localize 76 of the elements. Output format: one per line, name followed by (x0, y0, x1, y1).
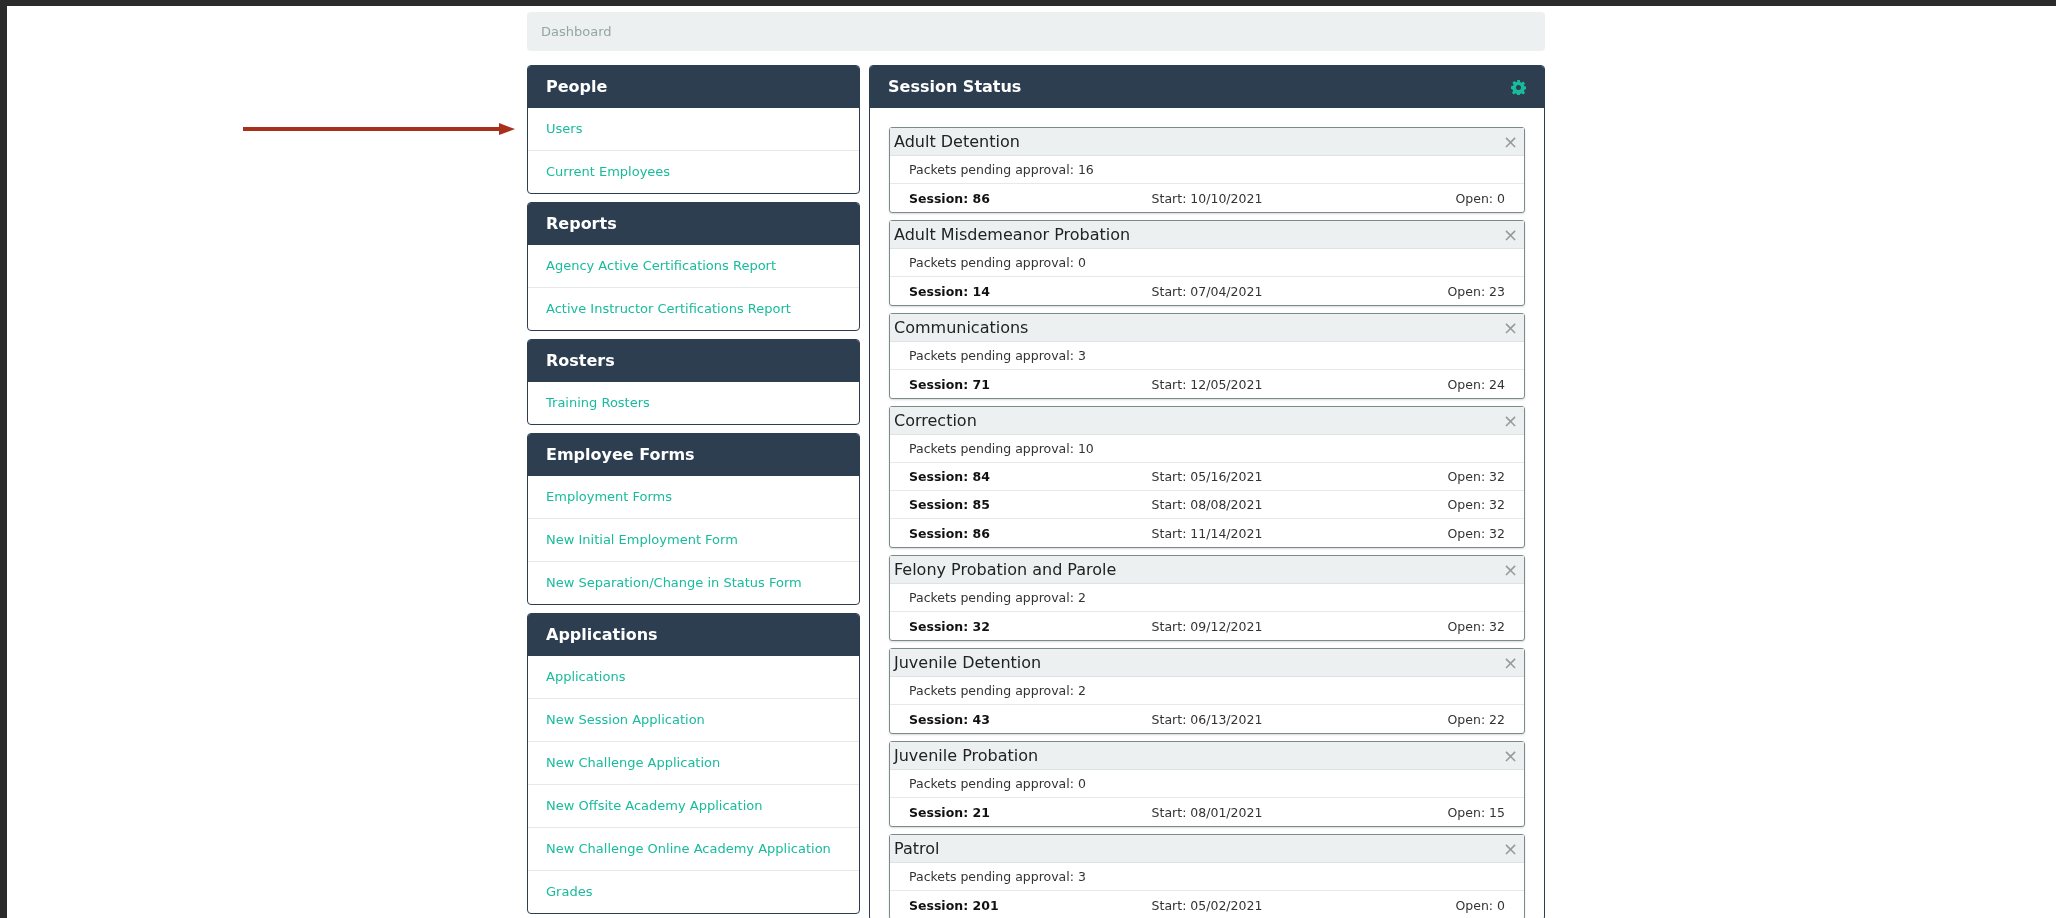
card-title: Juvenile Probation (894, 746, 1039, 765)
panel-title: People (528, 66, 859, 108)
close-button[interactable]: × (1502, 839, 1518, 858)
start-date: Start: 08/01/2021 (1151, 804, 1263, 820)
session-number: Session: 71 (909, 376, 991, 392)
start-date: Start: 08/08/2021 (1151, 497, 1263, 512)
close-button[interactable]: × (1502, 560, 1518, 579)
sidebar-link[interactable]: Employment Forms (528, 476, 859, 518)
sidebar-link[interactable]: New Separation/Change in Status Form (528, 561, 859, 604)
session-number: Session: 86 (909, 190, 991, 206)
sidebar-link[interactable]: Users (528, 108, 859, 150)
card-title: Felony Probation and Parole (894, 560, 1117, 579)
panel-title: Employee Forms (528, 434, 859, 476)
close-button[interactable]: × (1502, 225, 1518, 244)
sidebar-link[interactable]: Grades (528, 870, 859, 913)
card-title: Communications (894, 318, 1029, 337)
sidebar-link[interactable]: Agency Active Certifications Report (528, 245, 859, 287)
settings-icon[interactable] (1511, 79, 1526, 95)
pending-text: Packets pending approval: 0 (890, 249, 1524, 277)
pending-text: Packets pending approval: 2 (890, 584, 1524, 612)
start-date: Start: 09/12/2021 (1151, 618, 1263, 634)
close-button[interactable]: × (1502, 746, 1518, 765)
card-title: Patrol (894, 839, 940, 858)
sidebar-link[interactable]: Active Instructor Certifications Report (528, 287, 859, 330)
card-title: Adult Misdemeanor Probation (894, 225, 1131, 244)
session-number: Session: 86 (909, 525, 991, 541)
session-number: Session: 21 (909, 804, 991, 820)
pending-text: Packets pending approval: 3 (890, 863, 1524, 891)
sidebar-link[interactable]: New Initial Employment Form (528, 518, 859, 561)
card-title: Adult Detention (894, 132, 1020, 151)
start-date: Start: 11/14/2021 (1151, 525, 1263, 541)
sidebar-link[interactable]: New Session Application (528, 698, 859, 741)
open-count: Open: 24 (1446, 376, 1505, 392)
session-number: Session: 201 (909, 897, 1000, 913)
start-date: Start: 06/13/2021 (1151, 711, 1263, 727)
sidebar-link[interactable]: New Challenge Application (528, 741, 859, 784)
sidebar-link[interactable]: Applications (528, 656, 859, 698)
session-number: Session: 32 (909, 618, 991, 634)
pending-text: Packets pending approval: 3 (890, 342, 1524, 370)
open-count: Open: 0 (1454, 190, 1505, 206)
card-title: Juvenile Detention (894, 653, 1042, 672)
open-count: Open: 23 (1446, 283, 1505, 299)
pending-text: Packets pending approval: 2 (890, 677, 1524, 705)
card-title: Correction (894, 411, 977, 430)
open-count: Open: 15 (1446, 804, 1505, 820)
close-button[interactable]: × (1502, 132, 1518, 151)
start-date: Start: 05/16/2021 (1151, 469, 1263, 484)
panel-title: Session Status (888, 76, 1022, 98)
close-button[interactable]: × (1502, 653, 1518, 672)
open-count: Open: 22 (1446, 711, 1505, 727)
close-button[interactable]: × (1502, 318, 1518, 337)
session-number: Session: 84 (909, 469, 991, 484)
open-count: Open: 32 (1446, 497, 1505, 512)
start-date: Start: 12/05/2021 (1151, 376, 1263, 392)
close-button[interactable]: × (1502, 411, 1518, 430)
sidebar-link[interactable]: Training Rosters (528, 382, 859, 424)
sidebar-link[interactable]: Current Employees (528, 150, 859, 193)
pending-text: Packets pending approval: 10 (890, 435, 1524, 463)
open-count: Open: 0 (1454, 897, 1505, 913)
open-count: Open: 32 (1446, 469, 1505, 484)
sidebar-link[interactable]: New Challenge Online Academy Application (528, 827, 859, 870)
start-date: Start: 10/10/2021 (1151, 190, 1263, 206)
session-number: Session: 43 (909, 711, 991, 727)
session-number: Session: 85 (909, 497, 991, 512)
session-number: Session: 14 (909, 283, 991, 299)
breadcrumb: Dashboard (527, 12, 1545, 51)
pending-text: Packets pending approval: 16 (890, 156, 1524, 184)
panel-title: Reports (528, 203, 859, 245)
pending-text: Packets pending approval: 0 (890, 770, 1524, 798)
start-date: Start: 05/02/2021 (1151, 897, 1263, 913)
start-date: Start: 07/04/2021 (1151, 283, 1263, 299)
sidebar-link[interactable]: New Offsite Academy Application (528, 784, 859, 827)
open-count: Open: 32 (1446, 618, 1505, 634)
open-count: Open: 32 (1446, 525, 1505, 541)
panel-title: Rosters (528, 340, 859, 382)
panel-title: Applications (528, 614, 859, 656)
